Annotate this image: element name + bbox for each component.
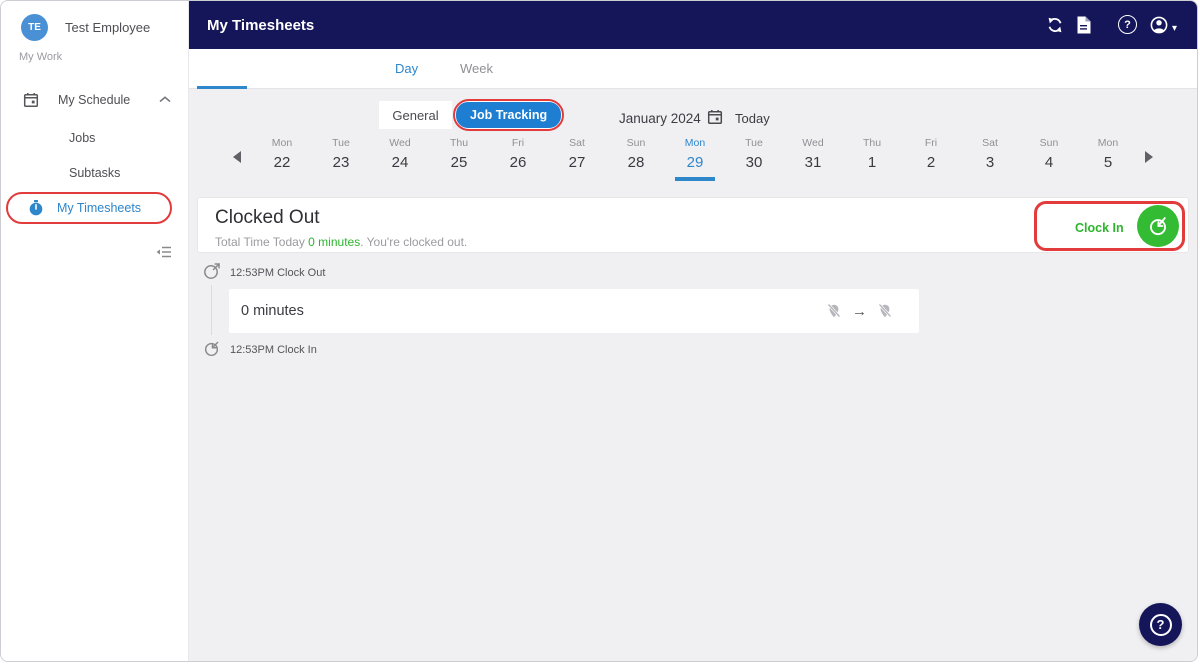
stopwatch-icon [29, 200, 43, 216]
refresh-icon[interactable] [1046, 16, 1064, 34]
sidebar-item-label: My Timesheets [57, 201, 141, 215]
date-cell[interactable]: Tue30 [732, 137, 776, 171]
carousel-next-icon[interactable] [1145, 151, 1153, 163]
clock-in-label: Clock In [1075, 221, 1124, 235]
clock-in-button[interactable]: Clock In [1034, 201, 1185, 251]
date-cell[interactable]: Sat3 [968, 137, 1012, 171]
clock-in-stopwatch-icon [1137, 205, 1179, 247]
clock-out-event-icon [203, 262, 221, 280]
sidebar-item-subtasks[interactable]: Subtasks [69, 166, 120, 180]
clock-status-title: Clocked Out [215, 207, 320, 229]
date-cell[interactable]: Fri26 [496, 137, 540, 171]
caret-down-icon[interactable]: ▾ [1172, 23, 1177, 34]
date-cell[interactable]: Thu1 [850, 137, 894, 171]
timeline-connector [211, 285, 212, 335]
clock-in-event-icon [203, 340, 220, 357]
tab-day[interactable]: Day [395, 61, 418, 76]
date-cell[interactable]: Tue23 [319, 137, 363, 171]
collapse-sidebar-icon[interactable] [156, 246, 172, 259]
general-toggle-button[interactable]: General [379, 101, 452, 129]
date-carousel: Mon22 Tue23 Wed24 Thu25 Fri26 Sat27 Sun2… [189, 137, 1198, 185]
entry-duration: 0 minutes [241, 303, 304, 319]
sidebar-section-label: My Work [19, 51, 62, 63]
carousel-prev-icon[interactable] [233, 151, 241, 163]
main-content: General Job Tracking January 2024 Today … [189, 89, 1198, 662]
user-menu-icon[interactable] [1150, 16, 1168, 34]
today-button[interactable]: Today [735, 111, 770, 126]
user-row: TE Test Employee [21, 14, 150, 41]
help-fab-button[interactable]: ? [1139, 603, 1182, 646]
job-tracking-highlight: Job Tracking [453, 99, 564, 131]
timesheet-entry[interactable]: 0 minutes → [229, 289, 919, 333]
help-icon: ? [1150, 614, 1172, 636]
chevron-up-icon [159, 96, 171, 104]
app-window: TE Test Employee My Work My Schedule Job… [0, 0, 1198, 662]
sidebar-item-jobs[interactable]: Jobs [69, 131, 95, 145]
view-tabs: Day Week [189, 49, 1198, 89]
clock-status-subtitle: Total Time Today 0 minutes. You're clock… [215, 235, 467, 249]
location-off-icon [826, 303, 842, 319]
date-cell[interactable]: Sat27 [555, 137, 599, 171]
document-icon[interactable] [1076, 16, 1091, 34]
sidebar-item-my-timesheets[interactable]: My Timesheets [6, 192, 172, 224]
date-cell[interactable]: Mon22 [260, 137, 304, 171]
date-cell[interactable]: Sun4 [1027, 137, 1071, 171]
date-cell[interactable]: Fri2 [909, 137, 953, 171]
page-title: My Timesheets [207, 17, 314, 34]
date-cell[interactable]: Sun28 [614, 137, 658, 171]
avatar: TE [21, 14, 48, 41]
top-bar: My Timesheets ? [189, 1, 1198, 49]
location-off-icon [877, 303, 893, 319]
clock-in-event-label: 12:53PM Clock In [230, 344, 317, 356]
help-icon[interactable]: ? [1118, 15, 1137, 34]
date-cell[interactable]: Wed24 [378, 137, 422, 171]
tab-week[interactable]: Week [460, 61, 493, 76]
sidebar: TE Test Employee My Work My Schedule Job… [1, 1, 189, 662]
date-cell-selected[interactable]: Mon29 [673, 137, 717, 181]
job-tracking-toggle-button[interactable]: Job Tracking [456, 102, 561, 128]
calendar-picker-icon[interactable] [707, 109, 723, 125]
selected-date-underline [675, 177, 715, 181]
total-time-value: 0 minutes [308, 235, 360, 249]
date-cell[interactable]: Mon5 [1086, 137, 1130, 171]
month-label: January 2024 [619, 111, 701, 126]
arrow-right-icon: → [852, 303, 867, 320]
calendar-icon [23, 92, 39, 108]
clock-out-event-label: 12:53PM Clock Out [230, 267, 325, 279]
sidebar-item-label: My Schedule [58, 93, 130, 107]
sidebar-item-my-schedule[interactable]: My Schedule [1, 87, 189, 113]
date-cell[interactable]: Wed31 [791, 137, 835, 171]
user-name: Test Employee [65, 20, 150, 35]
date-cell[interactable]: Thu25 [437, 137, 481, 171]
